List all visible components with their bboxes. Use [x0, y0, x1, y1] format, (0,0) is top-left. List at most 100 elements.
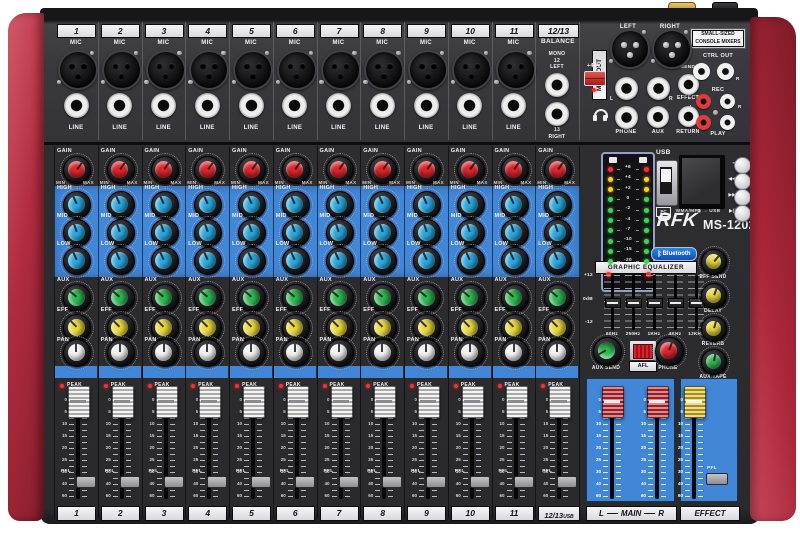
play-pause-button[interactable] — [734, 205, 751, 222]
strip-divider — [229, 146, 230, 518]
knob-cap — [199, 344, 216, 361]
channel-knob-pan[interactable] — [194, 339, 222, 367]
channel-knob-low[interactable] — [63, 247, 91, 275]
fader-cap[interactable] — [199, 386, 221, 418]
pfl-button[interactable] — [164, 476, 184, 488]
meter-led-right — [644, 239, 649, 244]
channel-knob-pan[interactable] — [501, 339, 529, 367]
meter-dash — [617, 220, 620, 221]
channel-knob-low[interactable] — [238, 247, 266, 275]
channel-knob-pan[interactable] — [544, 339, 572, 367]
fader-scale: 0510152025304060 — [231, 398, 242, 498]
pfl-button[interactable] — [426, 476, 446, 488]
fader-cap[interactable] — [549, 386, 571, 418]
fader-cap[interactable] — [602, 386, 624, 418]
knob-pointer — [334, 196, 339, 204]
fader-cap-line — [508, 400, 524, 403]
channel-knob-low[interactable] — [457, 247, 485, 275]
repeat-button[interactable] — [734, 157, 751, 174]
channel-knob-pan[interactable] — [457, 339, 485, 367]
channel-knob-low[interactable] — [282, 247, 310, 275]
pfl-button[interactable] — [382, 476, 402, 488]
channel-knob-pan[interactable] — [326, 339, 354, 367]
eq-band-cap[interactable] — [605, 298, 621, 308]
channel-knob-pan[interactable] — [282, 339, 310, 367]
fader-cap[interactable] — [647, 386, 669, 418]
strip-divider — [54, 146, 55, 518]
mic-label: MIC — [406, 40, 446, 48]
pfl-button[interactable] — [470, 476, 490, 488]
strip-divider — [535, 146, 536, 518]
channel-knob-low[interactable] — [151, 247, 179, 275]
knob-pointer — [557, 161, 563, 169]
meter-led-right — [644, 259, 649, 264]
channel-knob-pan[interactable] — [151, 339, 179, 367]
knob-pointer — [288, 291, 295, 298]
fader-cap[interactable] — [112, 386, 134, 418]
line-input-jack — [414, 93, 439, 118]
pfl-button[interactable] — [339, 476, 359, 488]
gain-min-label: MIN — [319, 181, 333, 186]
pfl-button[interactable] — [514, 476, 534, 488]
fader-cap[interactable] — [243, 386, 265, 418]
knob-pointer — [244, 291, 251, 298]
fader-cap[interactable] — [68, 386, 90, 418]
phone-level-knob[interactable] — [655, 337, 684, 366]
effect-pfl-button[interactable] — [706, 473, 728, 485]
eq-band-cap[interactable] — [647, 298, 663, 308]
reverb-knob[interactable] — [701, 316, 727, 342]
pfl-button[interactable] — [207, 476, 227, 488]
main-dash-left — [607, 513, 618, 515]
phantom-power-switch[interactable] — [584, 71, 606, 86]
fader-cap[interactable] — [462, 386, 484, 418]
tagline-box: SMALL-SIZED CONSOLE MIXERS — [690, 28, 746, 49]
fader-cap[interactable] — [374, 386, 396, 418]
pfl-button[interactable] — [557, 476, 577, 488]
eq-band-cap[interactable] — [668, 298, 684, 308]
channel-knob-low[interactable] — [326, 247, 354, 275]
bottom-channel-plate: 7 — [320, 506, 359, 521]
eq-band-cap[interactable] — [626, 298, 642, 308]
xlr-hole — [113, 63, 119, 69]
channel-knob-low[interactable] — [369, 247, 397, 275]
aux-tape-knob[interactable] — [701, 349, 727, 375]
knob-pointer — [507, 320, 514, 327]
channel-knob-pan[interactable] — [413, 339, 441, 367]
channel-knob-low[interactable] — [544, 247, 572, 275]
channel-knob-low[interactable] — [194, 247, 222, 275]
fader-cap-line — [376, 400, 392, 403]
knob-pointer — [513, 161, 519, 169]
pfl-button[interactable] — [295, 476, 315, 488]
channel-knob-pan[interactable] — [63, 339, 91, 367]
fader-cap[interactable] — [418, 386, 440, 418]
line-input-jack — [370, 93, 395, 118]
channel-knob-pan[interactable] — [369, 339, 397, 367]
fader-cap[interactable] — [156, 386, 178, 418]
fader-cap[interactable] — [331, 386, 353, 418]
delay-knob[interactable] — [701, 283, 727, 309]
channel-knob-pan[interactable] — [238, 339, 266, 367]
fader-cap-line — [649, 400, 665, 403]
eq-cap-line — [649, 302, 660, 304]
knob-pointer — [203, 252, 208, 260]
pfl-button[interactable] — [120, 476, 140, 488]
channel-knob-pan[interactable] — [107, 339, 135, 367]
aux-send-knob[interactable] — [593, 337, 622, 366]
pfl-button[interactable] — [251, 476, 271, 488]
fader-cap[interactable] — [506, 386, 528, 418]
knob-cap — [243, 344, 260, 361]
channel-knob-low[interactable] — [501, 247, 529, 275]
pfl-button[interactable] — [76, 476, 96, 488]
fader-cap[interactable] — [684, 386, 706, 418]
knob-pointer — [75, 344, 77, 352]
next-button[interactable] — [734, 189, 751, 206]
eff-send-knob[interactable] — [701, 249, 727, 275]
bottom-channel-plate: 8 — [363, 506, 402, 521]
knob-pointer — [509, 252, 514, 260]
xlr-hole — [300, 63, 306, 69]
channel-knob-low[interactable] — [107, 247, 135, 275]
previous-button[interactable] — [734, 173, 751, 190]
fader-cap[interactable] — [287, 386, 309, 418]
peak-led — [323, 384, 327, 388]
channel-knob-low[interactable] — [413, 247, 441, 275]
